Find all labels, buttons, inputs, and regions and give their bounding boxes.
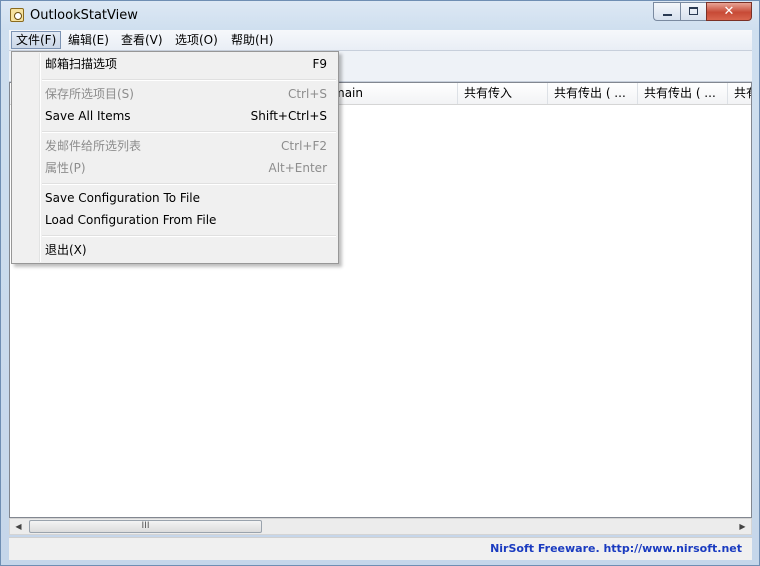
- minimize-icon: [663, 14, 672, 16]
- menu-item-label: 发邮件给所选列表: [45, 139, 142, 153]
- menu-edit[interactable]: 编辑(E): [64, 31, 113, 49]
- menu-item-save-all-items[interactable]: Save All Items Shift+Ctrl+S: [14, 105, 336, 127]
- menu-item-send-email[interactable]: 发邮件给所选列表 Ctrl+F2: [14, 135, 336, 157]
- close-icon: ✕: [723, 4, 735, 19]
- maximize-button[interactable]: [680, 2, 706, 21]
- window-title: OutlookStatView: [30, 8, 138, 23]
- column-header-incoming[interactable]: 共有传入: [458, 83, 548, 104]
- menu-item-shortcut: Ctrl+S: [287, 87, 327, 101]
- title-bar[interactable]: OutlookStatView ✕: [1, 1, 759, 29]
- menu-item-shortcut: Shift+Ctrl+S: [250, 109, 327, 123]
- scroll-left-icon[interactable]: ◀: [10, 519, 27, 534]
- menu-item-exit[interactable]: 退出(X): [14, 239, 336, 261]
- menu-item-label: 邮箱扫描选项: [45, 57, 118, 71]
- file-menu-dropdown: 邮箱扫描选项 F9 保存所选项目(S) Ctrl+S Save All Item…: [11, 51, 339, 264]
- menu-item-label: 退出(X): [45, 243, 87, 257]
- menu-item-label: 保存所选项目(S): [45, 87, 134, 101]
- menu-item-label: Load Configuration From File: [45, 213, 217, 227]
- column-header-shared[interactable]: 共有: [728, 83, 751, 104]
- maximize-icon: [689, 7, 698, 15]
- menu-item-label: Save Configuration To File: [45, 191, 200, 205]
- column-header-outgoing-2[interactable]: 共有传出 ( ...: [638, 83, 728, 104]
- menu-item-label: Save All Items: [45, 109, 131, 123]
- menu-help[interactable]: 帮助(H): [227, 31, 277, 49]
- menu-item-shortcut: Ctrl+F2: [281, 139, 327, 153]
- menu-options[interactable]: 选项(O): [171, 31, 222, 49]
- menu-item-properties[interactable]: 属性(P) Alt+Enter: [14, 157, 336, 179]
- scrollbar-thumb[interactable]: III: [29, 520, 262, 533]
- menu-separator: [42, 183, 336, 185]
- menu-separator: [42, 131, 336, 133]
- menu-item-load-configuration[interactable]: Load Configuration From File: [14, 209, 336, 231]
- menu-item-shortcut: F9: [312, 57, 327, 71]
- column-header-domain[interactable]: main: [328, 83, 458, 104]
- close-button[interactable]: ✕: [706, 2, 752, 21]
- menu-file[interactable]: 文件(F): [11, 31, 62, 49]
- menu-item-save-selected[interactable]: 保存所选项目(S) Ctrl+S: [14, 83, 336, 105]
- app-icon[interactable]: [10, 8, 24, 22]
- watermark-logo: [613, 499, 753, 559]
- scrollbar-grip: III: [141, 521, 150, 531]
- window-controls: ✕: [653, 2, 752, 22]
- menu-bar: 文件(F) 编辑(E) 查看(V) 选项(O) 帮助(H): [9, 30, 752, 51]
- menu-separator: [42, 79, 336, 81]
- menu-item-save-configuration[interactable]: Save Configuration To File: [14, 187, 336, 209]
- column-header-outgoing-1[interactable]: 共有传出 ( ...: [548, 83, 638, 104]
- menu-item-mailbox-scan-options[interactable]: 邮箱扫描选项 F9: [14, 53, 336, 75]
- menu-item-label: 属性(P): [45, 161, 86, 175]
- menu-item-shortcut: Alt+Enter: [268, 161, 327, 175]
- app-window: OutlookStatView ✕ 文件(F) 编辑(E) 查看(V) 选项(O…: [0, 0, 760, 566]
- minimize-button[interactable]: [653, 2, 680, 21]
- menu-separator: [42, 235, 336, 237]
- menu-view[interactable]: 查看(V): [117, 31, 167, 49]
